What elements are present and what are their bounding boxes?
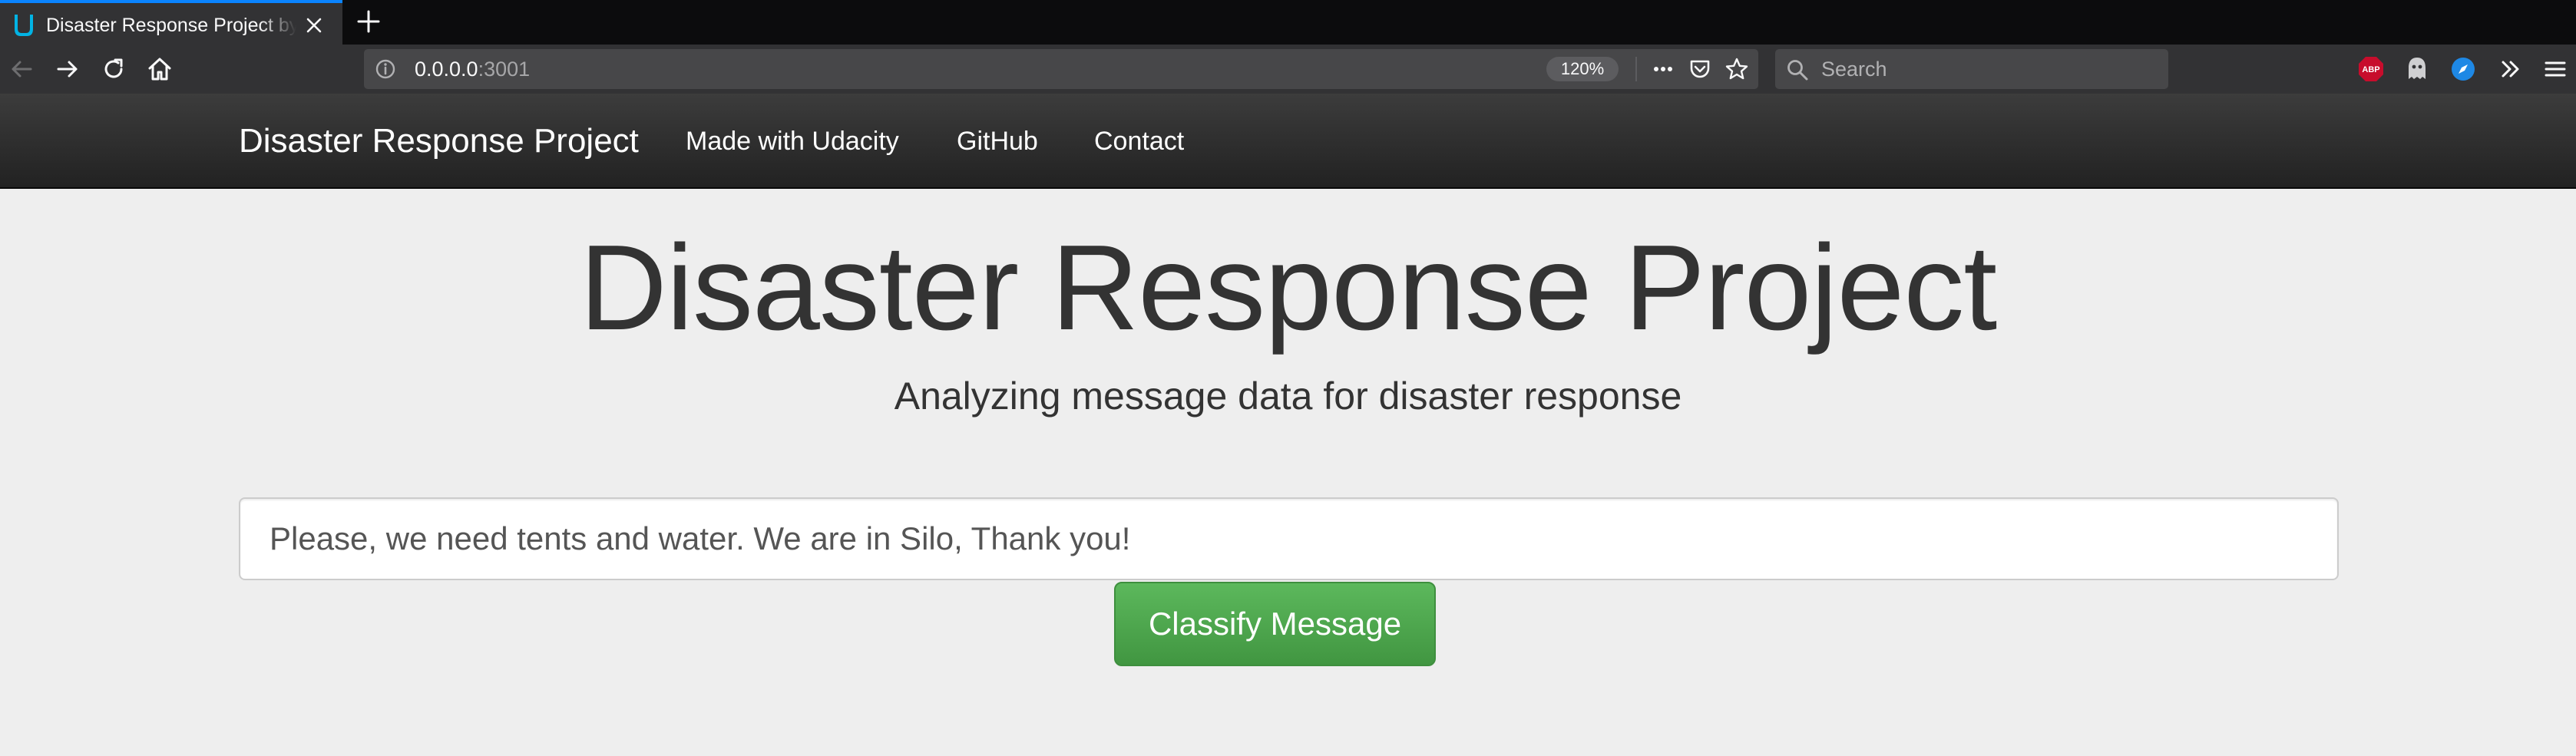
url-bar[interactable]: 0.0.0.0:3001 120%: [364, 49, 1758, 89]
browser-tab-strip: Disaster Response Project by Sumit Saha: [0, 0, 2576, 45]
search-icon: [1787, 60, 1808, 81]
site-info-icon[interactable]: [375, 58, 396, 80]
overflow-chevron-icon[interactable]: [2497, 55, 2525, 83]
close-tab-icon[interactable]: [303, 14, 326, 37]
nav-link-github[interactable]: GitHub: [957, 94, 1038, 189]
site-navbar: Disaster Response Project Made with Udac…: [0, 94, 2576, 189]
forward-icon[interactable]: [54, 55, 81, 83]
back-icon[interactable]: [8, 55, 35, 83]
browser-search-bar[interactable]: [1775, 49, 2168, 89]
ghostery-icon[interactable]: [2403, 55, 2431, 83]
page-subtitle: Analyzing message data for disaster resp…: [894, 375, 1682, 418]
new-tab-icon[interactable]: [355, 8, 382, 35]
nav-link-made-with-udacity[interactable]: Made with Udacity: [686, 94, 899, 189]
url-port: :3001: [478, 58, 531, 81]
svg-text:ABP: ABP: [2362, 65, 2379, 74]
url-text: 0.0.0.0:3001: [415, 49, 530, 89]
bookmark-star-icon[interactable]: [1724, 57, 1749, 81]
safari-compass-icon[interactable]: [2449, 55, 2477, 83]
pocket-icon[interactable]: [1688, 57, 1712, 81]
browser-toolbar: 0.0.0.0:3001 120% ABP: [0, 45, 2576, 94]
tab-title: Disaster Response Project by Sumit Saha: [46, 15, 296, 36]
nav-link-contact[interactable]: Contact: [1094, 94, 1184, 189]
message-input[interactable]: [239, 497, 2339, 580]
urlbar-divider: [1635, 57, 1637, 81]
udacity-favicon-icon: [15, 15, 33, 36]
navbar-brand[interactable]: Disaster Response Project: [239, 94, 639, 189]
adblock-plus-icon[interactable]: ABP: [2357, 55, 2385, 83]
classify-message-button[interactable]: Classify Message: [1114, 582, 1436, 666]
page-actions-more-icon[interactable]: [1651, 57, 1675, 81]
page-title: Disaster Response Project: [579, 220, 1997, 355]
zoom-level-badge[interactable]: 120%: [1546, 57, 1619, 81]
browser-tab-active[interactable]: Disaster Response Project by Sumit Saha: [0, 0, 342, 45]
browser-search-input[interactable]: [1821, 49, 2159, 89]
reload-icon[interactable]: [100, 55, 127, 83]
hamburger-menu-icon[interactable]: [2541, 55, 2569, 83]
url-host: 0.0.0.0: [415, 58, 478, 81]
home-icon[interactable]: [146, 55, 174, 83]
